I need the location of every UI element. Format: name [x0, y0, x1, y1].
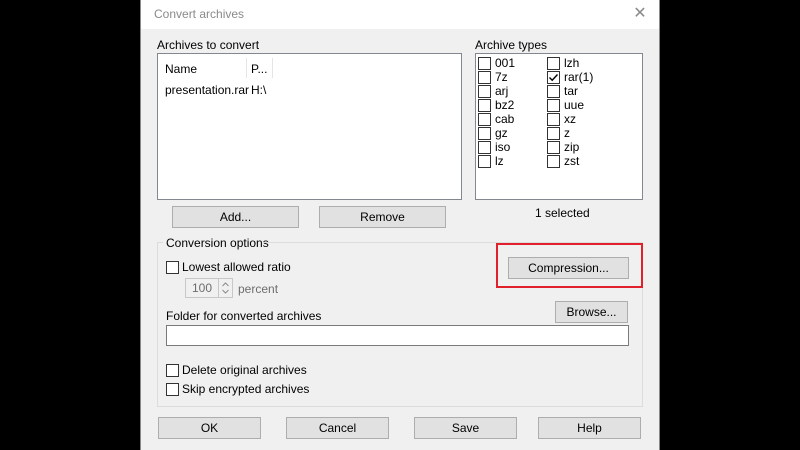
checkbox-iso[interactable] [478, 141, 491, 154]
skip-encrypted-label: Skip encrypted archives [182, 382, 310, 396]
type-label-uue: uue [564, 98, 585, 112]
remove-button[interactable]: Remove [319, 206, 446, 228]
type-label-xz: xz [564, 112, 576, 126]
stepper-arrows[interactable] [218, 279, 232, 297]
type-label-iso: iso [495, 140, 511, 154]
checkbox-z[interactable] [547, 127, 560, 140]
column-divider [246, 58, 247, 78]
cancel-button[interactable]: Cancel [286, 417, 389, 439]
type-label-zst: zst [564, 154, 580, 168]
type-label-tar: tar [564, 84, 579, 98]
selected-count: 1 selected [535, 206, 590, 220]
skip-encrypted-checkbox[interactable] [166, 383, 179, 396]
type-label-cab: cab [495, 112, 515, 126]
checkbox-arj[interactable] [478, 85, 491, 98]
archive-types-list[interactable]: 001 7z arj bz2 cab gz iso lz lzh rar(1) … [475, 53, 643, 200]
checkbox-zip[interactable] [547, 141, 560, 154]
column-header-name[interactable]: Name [165, 62, 197, 76]
type-label-lz: lz [495, 154, 504, 168]
checkbox-cab[interactable] [478, 113, 491, 126]
lowest-ratio-label: Lowest allowed ratio [182, 260, 291, 274]
archive-name: presentation.rar [165, 83, 250, 97]
archives-list[interactable]: Name P... presentation.rar H:\ [157, 53, 462, 200]
column-divider [272, 58, 273, 78]
checkbox-xz[interactable] [547, 113, 560, 126]
title-bar: Convert archives ✕ [141, 0, 659, 29]
convert-archives-dialog: Convert archives ✕ Archives to convert N… [140, 0, 660, 450]
folder-input[interactable] [166, 325, 629, 346]
type-label-arj: arj [495, 84, 509, 98]
dialog-title: Convert archives [154, 7, 245, 21]
checkbox-lz[interactable] [478, 155, 491, 168]
group-border-bottom [157, 406, 643, 407]
ratio-stepper[interactable]: 100 [185, 278, 233, 298]
checkbox-zst[interactable] [547, 155, 560, 168]
type-label-z: z [564, 126, 570, 140]
archives-to-convert-label: Archives to convert [157, 38, 260, 52]
checkbox-bz2[interactable] [478, 99, 491, 112]
add-button[interactable]: Add... [172, 206, 299, 228]
browse-button[interactable]: Browse... [555, 301, 628, 323]
type-label-gz: gz [495, 126, 508, 140]
delete-original-checkbox[interactable] [166, 364, 179, 377]
checkbox-gz[interactable] [478, 127, 491, 140]
close-icon[interactable]: ✕ [631, 5, 649, 23]
chevron-up-down-icon [222, 282, 229, 294]
checkbox-tar[interactable] [547, 85, 560, 98]
type-label-bz2: bz2 [495, 98, 515, 112]
type-label-zip: zip [564, 140, 580, 154]
type-label-rar: rar(1) [564, 70, 594, 84]
type-label-001: 001 [495, 56, 516, 70]
archive-types-label: Archive types [475, 38, 548, 52]
checkbox-lzh[interactable] [547, 57, 560, 70]
checkbox-rar[interactable] [547, 71, 560, 84]
checkbox-uue[interactable] [547, 99, 560, 112]
save-button[interactable]: Save [414, 417, 517, 439]
lowest-ratio-checkbox[interactable] [166, 261, 179, 274]
percent-label: percent [238, 282, 279, 296]
ratio-value: 100 [192, 281, 213, 295]
folder-label: Folder for converted archives [166, 309, 322, 323]
conversion-options-label: Conversion options [166, 236, 269, 250]
group-border-left [157, 242, 158, 407]
type-label-lzh: lzh [564, 56, 580, 70]
archive-path: H:\ [251, 83, 267, 97]
checkbox-7z[interactable] [478, 71, 491, 84]
highlight-box [496, 243, 643, 288]
help-button[interactable]: Help [538, 417, 641, 439]
type-label-7z: 7z [495, 70, 508, 84]
check-icon [549, 74, 559, 82]
ok-button[interactable]: OK [158, 417, 261, 439]
column-header-path[interactable]: P... [251, 62, 267, 76]
delete-original-label: Delete original archives [182, 363, 307, 377]
checkbox-001[interactable] [478, 57, 491, 70]
